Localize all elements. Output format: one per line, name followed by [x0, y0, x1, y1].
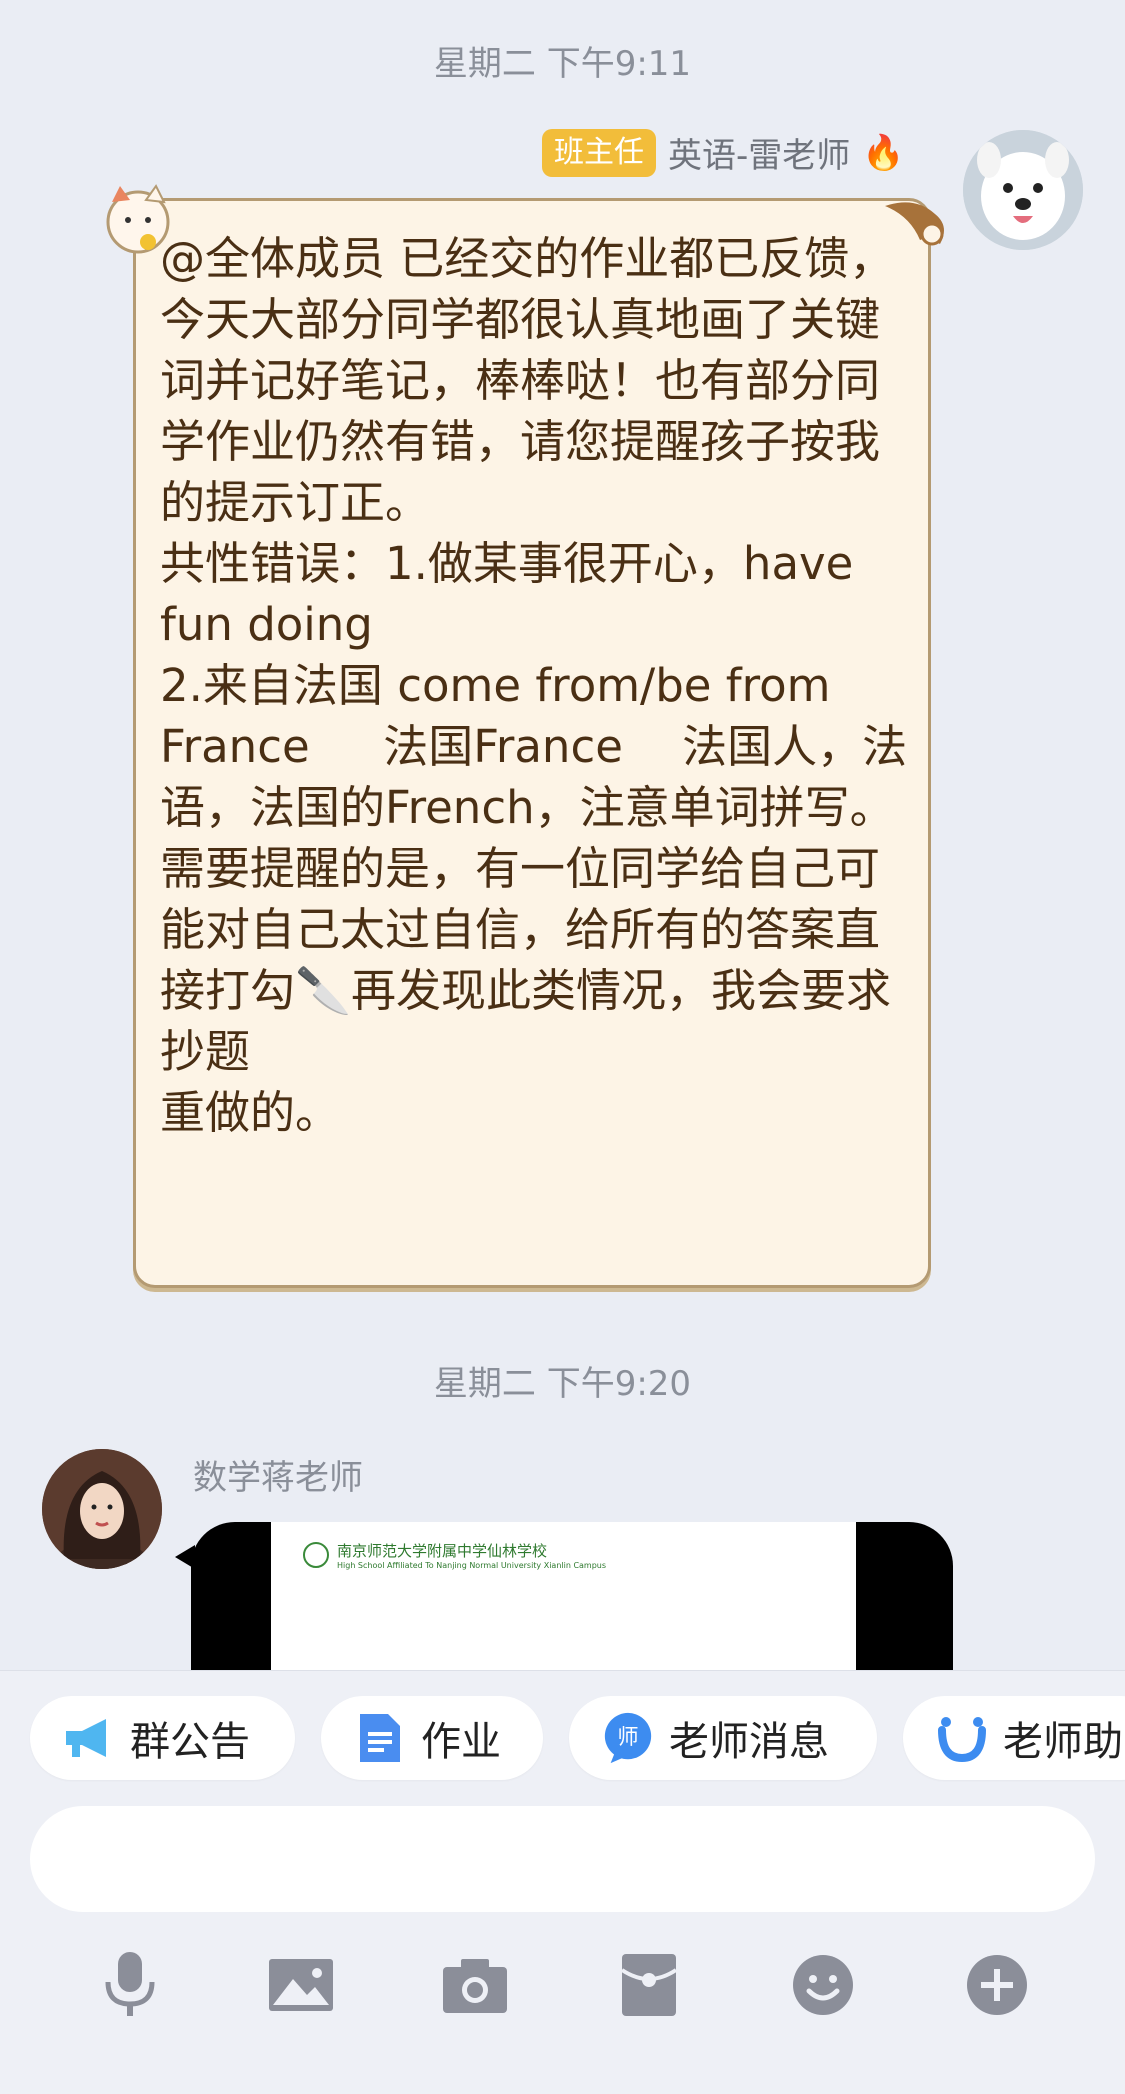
sender-name[interactable]: 英语-雷老师: [668, 128, 850, 177]
quick-action-announcement[interactable]: 群公告: [30, 1696, 295, 1780]
school-emblem-icon: [303, 1542, 329, 1568]
svg-text:师: 师: [617, 1725, 638, 1750]
emoji-icon[interactable]: [788, 1950, 858, 2020]
megaphone-icon: [62, 1711, 116, 1765]
image-document: 南京师范大学附属中学仙林学校 High School Affiliated To…: [271, 1522, 856, 1670]
document-icon: [353, 1711, 407, 1765]
avatar-math-teacher[interactable]: [42, 1449, 162, 1569]
role-badge: 班主任: [542, 128, 656, 177]
redpacket-icon[interactable]: [614, 1950, 684, 2020]
quick-action-homework[interactable]: 作业: [321, 1696, 543, 1780]
sender-name-2[interactable]: 数学蒋老师: [193, 1450, 363, 1499]
microphone-icon[interactable]: [95, 1950, 165, 2020]
school-logo-row: 南京师范大学附属中学仙林学校 High School Affiliated To…: [303, 1540, 606, 1570]
chip-label: 作业: [421, 1719, 501, 1765]
image-icon[interactable]: [266, 1950, 336, 2020]
school-name: 南京师范大学附属中学仙林学校: [337, 1542, 548, 1560]
fire-icon: 🔥: [862, 132, 905, 173]
teacher-chat-icon: 师: [601, 1711, 655, 1765]
quick-action-teacher-messages[interactable]: 师 老师消息: [569, 1696, 877, 1780]
chip-label: 老师助: [1003, 1719, 1123, 1765]
image-message[interactable]: 南京师范大学附属中学仙林学校 High School Affiliated To…: [191, 1522, 953, 1670]
timestamp-1: 星期二 下午9:11: [433, 44, 692, 84]
chip-label: 群公告: [130, 1719, 250, 1765]
message-input[interactable]: [30, 1806, 1095, 1912]
avatar-english-teacher[interactable]: [963, 130, 1083, 250]
timestamp-2: 星期二 下午9:20: [433, 1364, 692, 1404]
quick-action-teacher-assistant[interactable]: 老师助: [903, 1696, 1125, 1780]
school-name-en: High School Affiliated To Nanjing Normal…: [337, 1561, 607, 1570]
chip-label: 老师消息: [669, 1719, 829, 1765]
message-text-1: @全体成员 已经交的作业都已反馈，今天大部分同学都很认真地画了关键词并记好笔记，…: [160, 232, 908, 1139]
sender-row-1: 班主任 英语-雷老师 🔥: [542, 128, 905, 177]
camera-icon[interactable]: [440, 1950, 510, 2020]
assistant-icon: [935, 1711, 989, 1765]
plus-icon[interactable]: [962, 1950, 1032, 2020]
